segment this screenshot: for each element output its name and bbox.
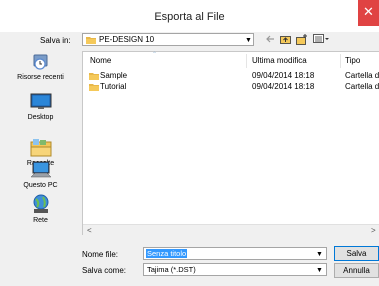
scroll-right-icon[interactable]: > — [371, 225, 376, 236]
chevron-down-icon: ▼ — [245, 37, 252, 44]
save-in-value: PE-DESIGN 10 — [99, 35, 155, 44]
back-arrow-icon[interactable] — [264, 34, 276, 46]
view-menu-icon[interactable] — [312, 34, 330, 46]
recent-places-icon — [33, 54, 47, 70]
place-recent[interactable]: Risorse recenti — [3, 53, 78, 82]
close-button[interactable]: ✕ — [358, 0, 379, 26]
file-modified: 09/04/2014 18:18 — [252, 82, 315, 91]
file-name-label: Nome file: — [82, 250, 119, 259]
save-in-dropdown[interactable]: PE-DESIGN 10 ▼ — [82, 33, 254, 46]
place-label: Desktop — [27, 114, 54, 121]
column-divider — [246, 54, 247, 68]
chevron-down-icon: ▼ — [316, 267, 323, 274]
network-icon — [33, 194, 48, 213]
place-label: Risorse recenti — [17, 74, 64, 81]
up-folder-icon[interactable] — [279, 34, 292, 46]
libraries-icon — [30, 139, 51, 157]
column-header-type[interactable]: Tipo — [345, 56, 360, 66]
cancel-button[interactable]: Annulla — [334, 263, 379, 278]
scroll-left-icon[interactable]: < — [87, 225, 92, 236]
place-label: Questo PC — [23, 182, 58, 189]
file-list[interactable]: ⌃ Nome Ultima modifica Tipo Sample 09/04… — [82, 51, 379, 236]
list-item[interactable]: Tutorial 09/04/2014 18:18 Cartella di — [83, 82, 379, 92]
file-type: Cartella di — [345, 82, 379, 91]
file-type: Cartella di — [345, 71, 379, 80]
save-button[interactable]: Salva — [334, 246, 379, 261]
file-modified: 09/04/2014 18:18 — [252, 71, 315, 80]
list-item[interactable]: Sample 09/04/2014 18:18 Cartella di — [83, 71, 379, 81]
desktop-icon — [30, 93, 51, 109]
sort-arrow-icon: ⌃ — [152, 52, 158, 58]
file-name: Tutorial — [100, 82, 127, 91]
place-label: Rete — [33, 217, 48, 224]
this-pc-icon — [29, 161, 52, 178]
folder-icon — [86, 37, 96, 44]
place-network[interactable]: Rete — [3, 194, 78, 225]
folder-icon — [89, 84, 99, 91]
horizontal-scrollbar[interactable]: < > — [83, 224, 379, 236]
save-as-value: Tajima (*.DST) — [147, 265, 196, 274]
folder-icon — [89, 73, 99, 80]
save-as-label: Salva come: — [82, 266, 127, 275]
chevron-down-icon[interactable]: ▼ — [316, 250, 323, 259]
place-this-pc[interactable]: Questo PC — [3, 161, 78, 190]
place-desktop[interactable]: Desktop — [3, 93, 78, 122]
column-header-name[interactable]: Nome — [90, 56, 111, 66]
column-header-modified[interactable]: Ultima modifica — [252, 56, 307, 66]
window-title: Esporta al File — [154, 11, 225, 23]
save-as-dropdown[interactable]: Tajima (*.DST) ▼ — [143, 263, 327, 276]
save-in-label: Salva in: — [40, 36, 71, 45]
places-bar: Risorse recenti Desktop Raccolte Questo … — [3, 53, 78, 278]
file-name-input[interactable]: Senza titolo ▼ — [143, 247, 327, 260]
new-folder-icon[interactable] — [295, 34, 309, 46]
file-name-value: Senza titolo — [146, 249, 188, 258]
column-divider — [340, 54, 341, 68]
file-name: Sample — [100, 71, 128, 80]
